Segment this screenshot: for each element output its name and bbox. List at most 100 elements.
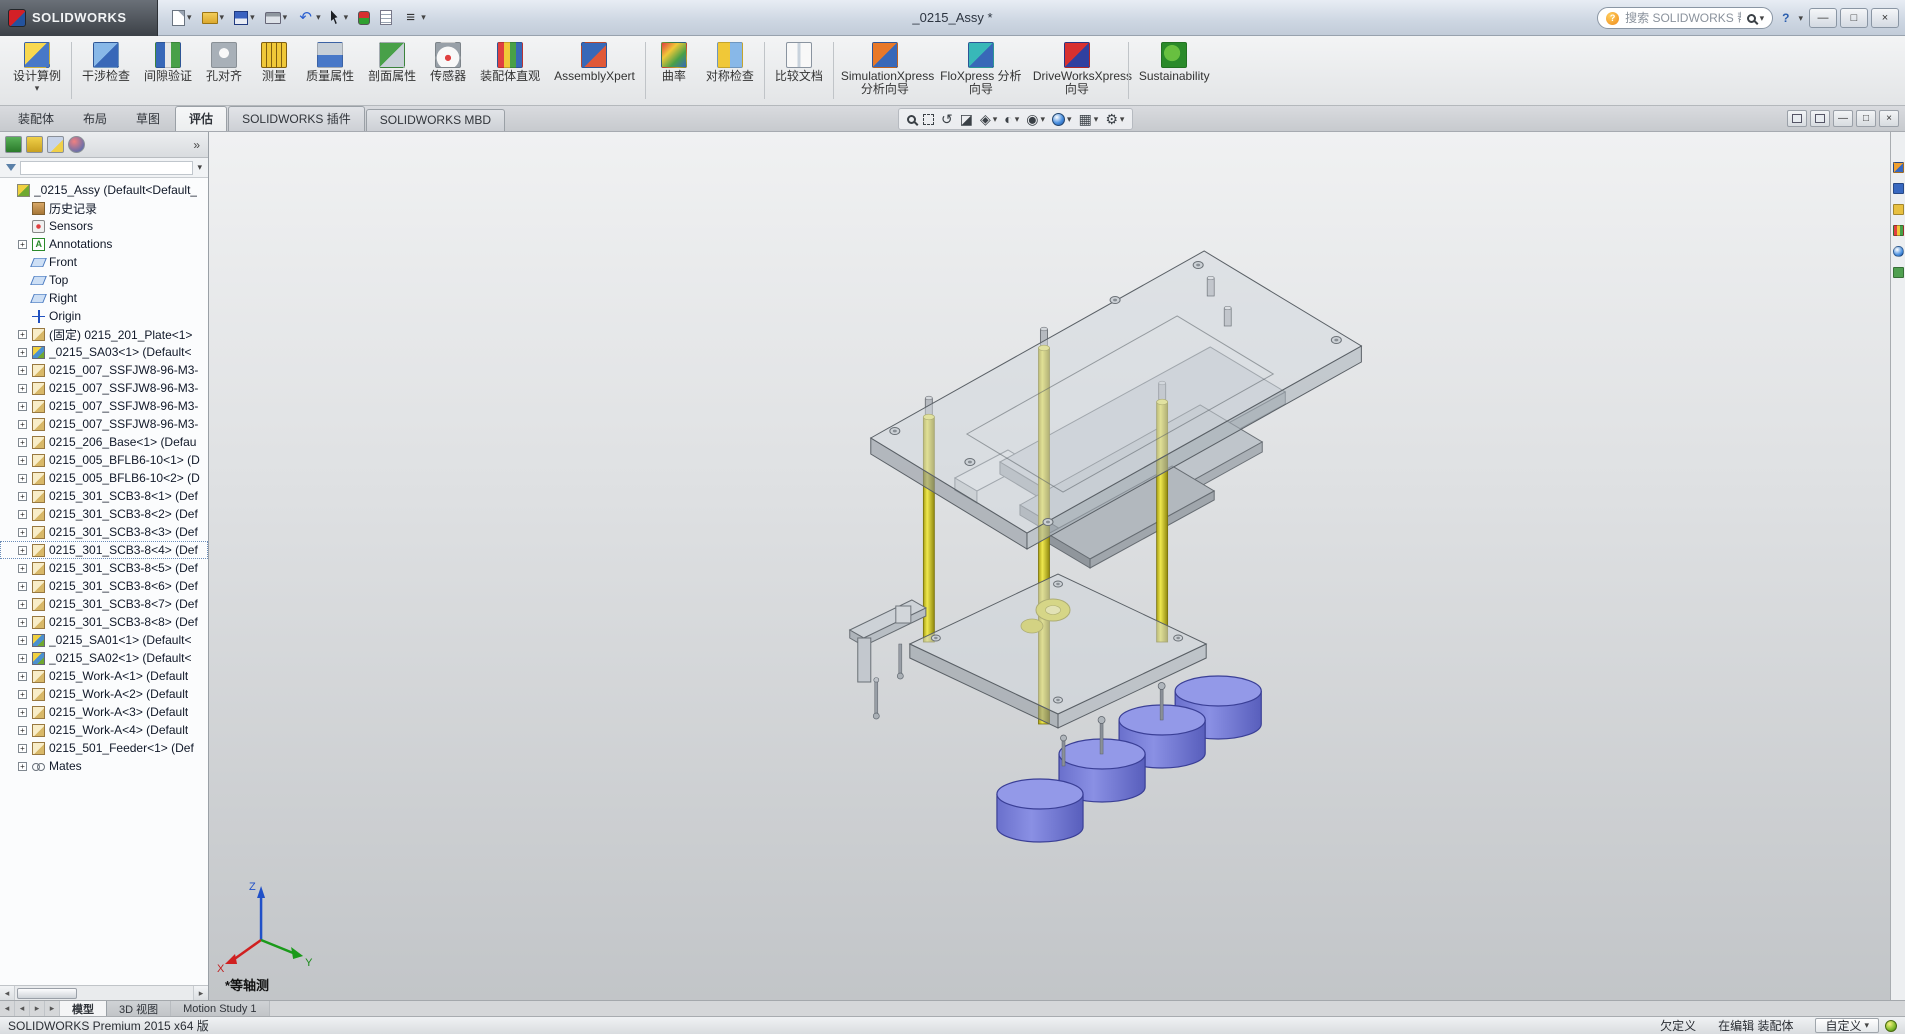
tree-item[interactable]: 历史记录 — [0, 199, 208, 217]
view-settings-button[interactable]: ⚙ ▾ — [1103, 110, 1126, 128]
symmetry-check-button[interactable]: 对称检查 — [699, 38, 761, 103]
definition-status[interactable]: 欠定义 — [1660, 1017, 1696, 1034]
expand-toggle[interactable]: + — [18, 708, 27, 717]
ribbon-button[interactable] — [1128, 42, 1129, 99]
tab-evaluate[interactable]: 评估 — [175, 106, 227, 131]
expand-toggle[interactable]: + — [18, 726, 27, 735]
ribbon-button[interactable] — [764, 42, 765, 99]
custom-properties-tab[interactable] — [1893, 267, 1904, 278]
assembly-visualization-button[interactable]: 装配体直观 — [473, 38, 547, 103]
doc-minimize-button[interactable]: — — [1833, 110, 1853, 127]
curvature-button[interactable]: 曲率 — [649, 38, 699, 103]
expand-toggle[interactable]: + — [18, 546, 27, 555]
minimize-button[interactable]: — — [1809, 8, 1837, 28]
dropdown-caret-icon[interactable]: ▾ — [421, 13, 426, 22]
tree-item[interactable]: + 0215_206_Base<1> (Defau — [0, 433, 208, 451]
expand-toggle[interactable]: + — [18, 690, 27, 699]
apply-scene-button[interactable]: ▦ ▾ — [1077, 110, 1101, 128]
propertymanager-tab[interactable] — [26, 136, 43, 153]
tab-sketch[interactable]: 草图 — [122, 106, 174, 131]
dropdown-caret-icon[interactable]: ▾ — [250, 13, 255, 22]
3d-views-tab[interactable]: 3D 视图 — [107, 1001, 171, 1016]
dropdown-caret-icon[interactable]: ▾ — [1120, 115, 1125, 124]
tree-item[interactable]: + 0215_Work-A<4> (Default — [0, 721, 208, 739]
tree-item[interactable]: + 0215_007_SSFJW8-96-M3- — [0, 379, 208, 397]
tab-scroll-right-button[interactable]: ▸ — [30, 1001, 45, 1016]
expand-toggle[interactable]: + — [18, 564, 27, 573]
compare-documents-button[interactable]: 比较文档 — [768, 38, 830, 103]
doc-close-button[interactable]: × — [1879, 110, 1899, 127]
expand-toggle[interactable]: + — [18, 600, 27, 609]
tree-item[interactable]: + 0215_Work-A<3> (Default — [0, 703, 208, 721]
configurationmanager-tab[interactable] — [47, 136, 64, 153]
search-scope-caret-icon[interactable]: ▾ — [1760, 14, 1765, 23]
tree-item[interactable]: + _0215_SA01<1> (Default< — [0, 631, 208, 649]
clearance-verification-button[interactable]: 间隙验证 — [137, 38, 199, 103]
ribbon-button[interactable] — [71, 42, 72, 99]
tree-item[interactable]: Origin — [0, 307, 208, 325]
expand-toggle[interactable]: + — [18, 330, 27, 339]
options-button[interactable]: ≡ ▾ — [398, 7, 430, 28]
tree-item[interactable]: + 0215_301_SCB3-8<4> (Def — [0, 541, 208, 559]
scrollbar-thumb[interactable] — [17, 988, 77, 999]
view-palette-tab[interactable] — [1893, 225, 1904, 236]
tree-item[interactable]: + 0215_301_SCB3-8<1> (Def — [0, 487, 208, 505]
ribbon-button[interactable] — [645, 42, 646, 99]
tree-item[interactable]: _0215_Assy (Default<Default_ — [0, 181, 208, 199]
filter-caret-icon[interactable]: ▾ — [197, 163, 202, 172]
tree-item[interactable]: + 0215_301_SCB3-8<5> (Def — [0, 559, 208, 577]
dropdown-caret-icon[interactable]: ▾ — [220, 13, 225, 22]
expand-toggle[interactable]: + — [18, 528, 27, 537]
mass-properties-button[interactable]: 质量属性 — [299, 38, 361, 103]
design-library-tab[interactable] — [1893, 183, 1904, 194]
scroll-right-button[interactable]: ▸ — [193, 986, 208, 1000]
scroll-left-button[interactable]: ◂ — [0, 986, 15, 1000]
previous-view-button[interactable]: ↺ — [939, 110, 955, 128]
section-properties-button[interactable]: 剖面属性 — [361, 38, 423, 103]
dropdown-caret-icon[interactable]: ▾ — [1015, 115, 1020, 124]
tree-item[interactable]: + Annotations — [0, 235, 208, 253]
tree-item[interactable]: + 0215_301_SCB3-8<3> (Def — [0, 523, 208, 541]
dropdown-caret-icon[interactable]: ▾ — [316, 13, 321, 22]
tab-scroll-left-button[interactable]: ◂ — [15, 1001, 30, 1016]
dropdown-caret-icon[interactable]: ▾ — [993, 115, 998, 124]
tree-item[interactable]: + 0215_007_SSFJW8-96-M3- — [0, 415, 208, 433]
expand-toggle[interactable]: + — [18, 348, 27, 357]
tab-scroll-first-button[interactable]: ◂ — [0, 1001, 15, 1016]
interference-check-button[interactable]: 干涉检查 — [75, 38, 137, 103]
expand-toggle[interactable]: + — [18, 474, 27, 483]
expand-toggle[interactable]: + — [18, 420, 27, 429]
expand-toggle[interactable]: + — [18, 366, 27, 375]
measure-button[interactable]: 测量 — [249, 38, 299, 103]
model-tab[interactable]: 模型 — [60, 1001, 107, 1016]
open-button[interactable]: ▾ — [198, 10, 229, 26]
tab-layout[interactable]: 布局 — [69, 106, 121, 131]
status-indicator-icon[interactable] — [1885, 1020, 1897, 1032]
expand-toggle[interactable]: + — [18, 582, 27, 591]
dropdown-caret-icon[interactable]: ▾ — [1094, 115, 1099, 124]
dropdown-caret-icon[interactable]: ▾ — [187, 13, 192, 22]
tree-item[interactable]: + 0215_007_SSFJW8-96-M3- — [0, 361, 208, 379]
expand-toggle[interactable]: + — [18, 456, 27, 465]
file-properties-button[interactable] — [376, 8, 396, 27]
tree-item[interactable]: Sensors — [0, 217, 208, 235]
tree-item[interactable]: + 0215_005_BFLB6-10<2> (D — [0, 469, 208, 487]
select-button[interactable]: ▾ — [327, 8, 353, 27]
help-button[interactable]: ? — [1779, 11, 1792, 25]
editing-status[interactable]: 在编辑 装配体 — [1718, 1017, 1793, 1034]
featuremanager-tab[interactable] — [5, 136, 22, 153]
tree-item[interactable]: + (固定) 0215_201_Plate<1> — [0, 325, 208, 343]
expand-toggle[interactable]: + — [18, 402, 27, 411]
expand-toggle[interactable]: + — [18, 492, 27, 501]
restore-button[interactable]: □ — [1840, 8, 1868, 28]
custom-toolbar-dropdown[interactable]: 自定义 ▾ — [1815, 1018, 1879, 1033]
section-view-button[interactable]: ◪ — [958, 110, 975, 128]
expand-toggle[interactable]: + — [18, 618, 27, 627]
tree-item[interactable]: + 0215_301_SCB3-8<2> (Def — [0, 505, 208, 523]
dropdown-caret-icon[interactable]: ▾ — [344, 13, 349, 22]
design-study-button[interactable]: 设计算例 ▾ — [6, 38, 68, 103]
panel-expand-button[interactable]: » — [190, 138, 203, 152]
expand-toggle[interactable]: + — [18, 672, 27, 681]
expand-toggle[interactable]: + — [18, 240, 27, 249]
display-style-button[interactable]: ◐ ▾ — [1002, 110, 1021, 128]
